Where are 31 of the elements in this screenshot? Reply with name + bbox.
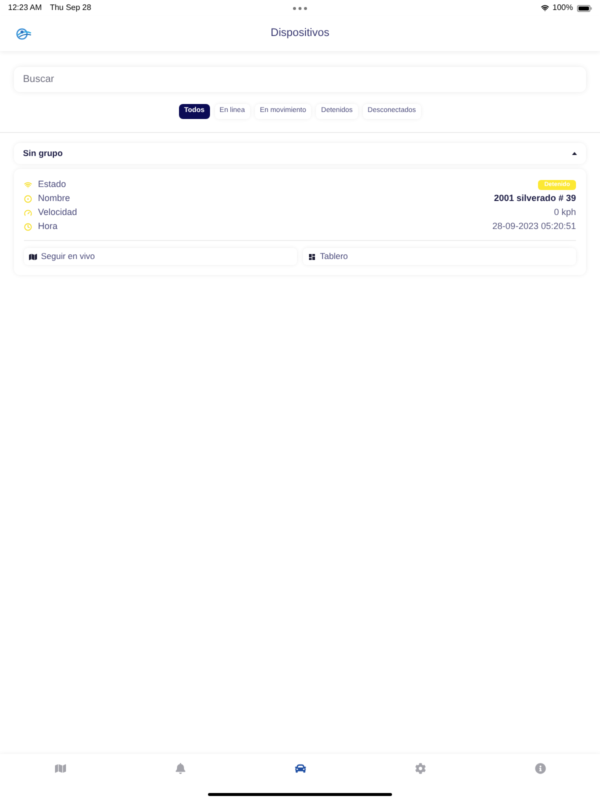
status-date: Thu Sep 28 [50,2,92,14]
field-value: 28-09-2023 05:20:51 [492,220,576,234]
settings-icon[interactable] [414,763,426,774]
car-icon[interactable] [294,763,306,774]
logo-icon [16,26,32,40]
field-label: Nombre [38,192,70,206]
gauge-icon [24,209,32,217]
more-dots-icon [293,6,307,10]
dashboard-icon [308,252,316,260]
caret-icon [572,152,577,155]
search-field[interactable]: Buscar [14,67,586,92]
bell-icon[interactable] [174,763,186,774]
info-icon[interactable] [534,763,546,774]
device-name: 2001 silverado # 39 [494,192,576,206]
status-time: 12:23 AM [8,2,42,14]
clock-icon [24,223,32,231]
battery-percent: 100% [552,2,573,14]
action-button[interactable]: Tablero [303,248,576,265]
field-value: 0 kph [554,206,576,220]
wifi-signal-icon [540,4,549,12]
map-icon [29,252,37,260]
field-label: Estado [38,178,66,192]
battery-icon [577,4,592,12]
map-icon[interactable] [54,763,66,774]
field-label: Velocidad [38,206,78,220]
target-icon [24,195,32,203]
wifi-icon [24,181,32,189]
field-label: Hora [38,220,58,234]
page-title: Dispositivos [270,26,330,42]
group-header[interactable]: Sin grupo [14,143,586,164]
action-button[interactable]: Seguir en vivo [24,248,297,265]
